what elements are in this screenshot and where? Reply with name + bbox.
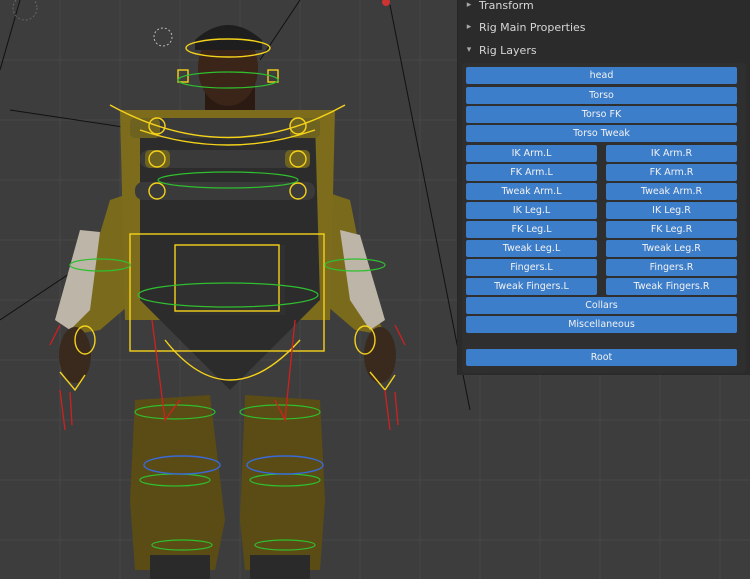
layer-tweak-leg-r-button[interactable]: Tweak Leg.R (606, 240, 737, 257)
layer-collars-button[interactable]: Collars (466, 297, 737, 314)
layer-fk-arm-r-button[interactable]: FK Arm.R (606, 164, 737, 181)
layer-ik-arm-r-button[interactable]: IK Arm.R (606, 145, 737, 162)
transform-label: Transform (479, 0, 534, 12)
layer-fk-leg-r-button[interactable]: FK Leg.R (606, 221, 737, 238)
rig-layers-panel-header[interactable]: ▾ Rig Layers (458, 39, 750, 61)
layer-fk-arm-l-button[interactable]: FK Arm.L (466, 164, 597, 181)
rig-layers-panel: head Torso Torso FK Torso Tweak IK Arm.L… (462, 63, 746, 373)
layer-root-button[interactable]: Root (466, 349, 737, 366)
layer-torso-fk-button[interactable]: Torso FK (466, 106, 737, 123)
layer-torso-tweak-button[interactable]: Torso Tweak (466, 125, 737, 142)
rig-main-properties-panel-header[interactable]: ▸ Rig Main Properties (458, 16, 750, 38)
layer-fingers-l-button[interactable]: Fingers.L (466, 259, 597, 276)
properties-sidebar: ▸ Transform ▸ Rig Main Properties ▾ Rig … (457, 0, 750, 375)
layer-head-button[interactable]: head (466, 67, 737, 84)
layer-ik-arm-l-button[interactable]: IK Arm.L (466, 145, 597, 162)
layer-torso-button[interactable]: Torso (466, 87, 737, 104)
layer-tweak-fingers-r-button[interactable]: Tweak Fingers.R (606, 278, 737, 295)
layer-tweak-fingers-l-button[interactable]: Tweak Fingers.L (466, 278, 597, 295)
layer-tweak-arm-r-button[interactable]: Tweak Arm.R (606, 183, 737, 200)
rig-main-properties-label: Rig Main Properties (479, 20, 586, 34)
layer-ik-leg-l-button[interactable]: IK Leg.L (466, 202, 597, 219)
layer-tweak-arm-l-button[interactable]: Tweak Arm.L (466, 183, 597, 200)
chevron-right-icon: ▸ (466, 0, 472, 10)
transform-panel-header[interactable]: ▸ Transform (458, 0, 750, 16)
layer-fk-leg-l-button[interactable]: FK Leg.L (466, 221, 597, 238)
layer-tweak-leg-l-button[interactable]: Tweak Leg.L (466, 240, 597, 257)
chevron-down-icon: ▾ (466, 45, 472, 55)
rig-layers-label: Rig Layers (479, 43, 537, 57)
layer-ik-leg-r-button[interactable]: IK Leg.R (606, 202, 737, 219)
layer-fingers-r-button[interactable]: Fingers.R (606, 259, 737, 276)
character-model (55, 25, 396, 579)
chevron-right-icon: ▸ (466, 22, 472, 32)
layer-miscellaneous-button[interactable]: Miscellaneous (466, 316, 737, 333)
